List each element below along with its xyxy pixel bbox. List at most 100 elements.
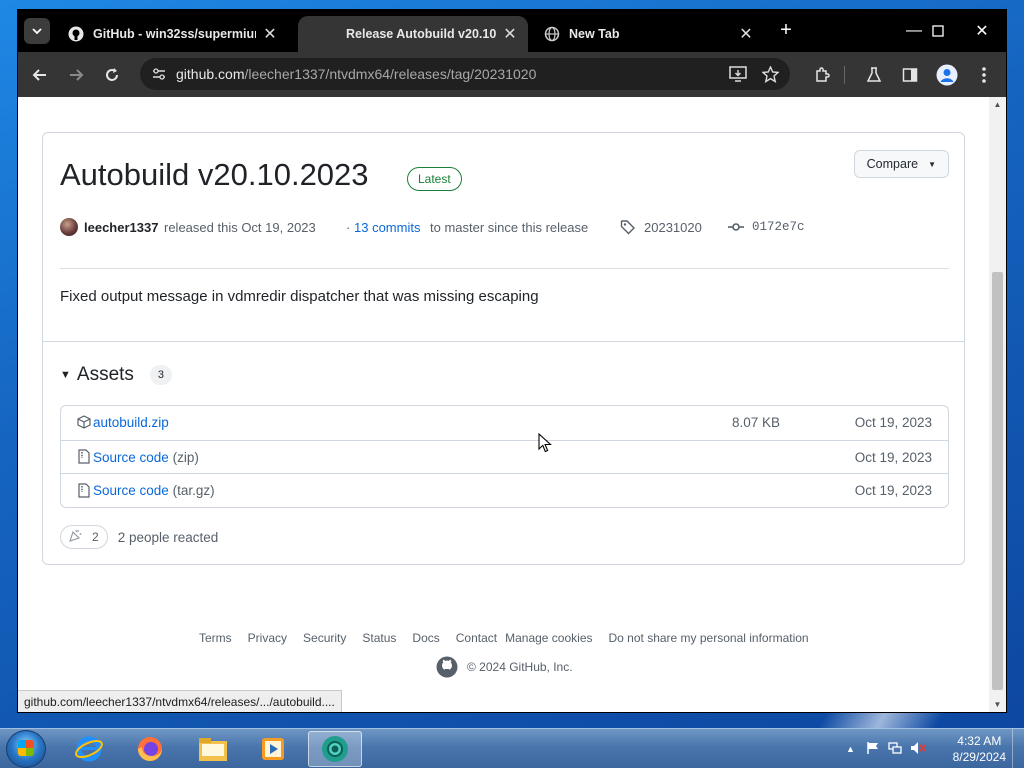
footer-link-terms[interactable]: Terms — [199, 631, 232, 645]
extensions-icon[interactable] — [808, 61, 836, 89]
divider — [43, 341, 964, 342]
clock-date: 8/29/2024 — [952, 750, 1006, 764]
compare-button[interactable]: Compare ▼ — [853, 150, 949, 178]
commit-icon — [728, 217, 744, 237]
latest-badge: Latest — [407, 167, 462, 191]
close-icon[interactable]: ✕ — [502, 24, 518, 44]
site-info-icon[interactable] — [148, 67, 170, 81]
footer-link-contact[interactable]: Contact — [456, 631, 497, 645]
tag-link[interactable]: 20231020 — [644, 217, 702, 237]
side-panel-icon[interactable] — [896, 61, 924, 89]
close-icon[interactable]: ✕ — [262, 24, 278, 44]
asset-link[interactable]: autobuild.zip — [93, 415, 169, 430]
caret-down-icon: ▼ — [928, 159, 936, 169]
clock[interactable]: 4:32 AM 8/29/2024 — [953, 733, 1006, 765]
install-app-icon[interactable] — [726, 62, 750, 86]
chrome-browser-taskbar-icon[interactable] — [308, 731, 362, 767]
new-tab-button[interactable]: + — [774, 18, 798, 42]
show-hidden-icons-icon[interactable]: ▲ — [846, 744, 855, 754]
asset-row: autobuild.zip 8.07 KB Oct 19, 2023 — [61, 406, 948, 440]
footer-link-privacy[interactable]: Privacy — [248, 631, 287, 645]
labs-flask-icon[interactable] — [860, 61, 888, 89]
browser-window: GitHub - win32ss/supermium ✕ Release Aut… — [18, 10, 1006, 712]
network-icon[interactable] — [888, 741, 902, 758]
chevron-down-icon — [32, 28, 42, 35]
firefox-icon[interactable] — [123, 731, 177, 767]
assets-count-badge: 3 — [149, 365, 172, 385]
forward-arrow-icon[interactable] — [62, 61, 90, 89]
tab-search-button[interactable] — [24, 18, 50, 44]
footer-link-manage-cookies[interactable]: Manage cookies — [505, 631, 592, 645]
footer-link-status[interactable]: Status — [362, 631, 396, 645]
volume-muted-icon[interactable] — [910, 741, 926, 758]
assets-heading: Assets — [76, 364, 134, 385]
show-desktop-button[interactable] — [1012, 729, 1024, 768]
package-icon — [77, 415, 91, 429]
github-icon — [68, 26, 84, 42]
reaction-button[interactable]: 2 — [60, 525, 108, 549]
tag-icon — [620, 217, 636, 237]
asset-date: Oct 19, 2023 — [854, 483, 932, 498]
author-avatar[interactable] — [60, 217, 78, 237]
clock-time: 4:32 AM — [957, 734, 1002, 748]
url-path: /leecher1337/ntvdmx64/releases/tag/20231… — [244, 66, 537, 82]
compare-label: Compare — [866, 157, 919, 171]
page-content: Autobuild v20.10.2023 Latest Compare ▼ l… — [18, 97, 1006, 712]
reaction-summary: 2 people reacted — [117, 529, 219, 545]
profile-avatar-icon[interactable] — [933, 61, 961, 89]
tab-release-autobuild[interactable]: Release Autobuild v20.10.2023 · leecher1… — [298, 16, 528, 52]
globe-icon — [544, 26, 560, 42]
asset-name: Source code — [93, 483, 169, 498]
tab-strip: GitHub - win32ss/supermium ✕ Release Aut… — [18, 10, 1006, 52]
tab-title: New Tab — [569, 27, 620, 41]
asset-link[interactable]: Source code (zip) — [93, 450, 199, 465]
footer-copyright: © 2024 GitHub, Inc. — [436, 656, 573, 678]
asset-name: Source code — [93, 449, 169, 465]
footer-link-security[interactable]: Security — [303, 631, 346, 645]
bookmark-star-icon[interactable] — [758, 62, 782, 86]
asset-date: Oct 19, 2023 — [854, 449, 932, 465]
start-button[interactable] — [6, 730, 46, 768]
close-icon[interactable]: ✕ — [738, 24, 754, 44]
file-explorer-icon[interactable] — [186, 731, 240, 767]
taskbar: ▲ 4:32 AM 8/29/2024 — [0, 728, 1024, 768]
tab-github-supermium[interactable]: GitHub - win32ss/supermium ✕ — [58, 16, 288, 52]
assets-toggle[interactable]: ▼ Assets 3 — [60, 364, 172, 386]
scrollbar-thumb[interactable] — [992, 272, 1003, 690]
asset-link[interactable]: Source code (tar.gz) — [93, 483, 215, 498]
asset-ext: (zip) — [172, 449, 199, 465]
browser-toolbar: github.com/leecher1337/ntvdmx64/releases… — [18, 52, 1006, 97]
author-link[interactable]: leecher1337 — [84, 217, 158, 237]
tab-new-tab[interactable]: New Tab ✕ — [534, 16, 764, 52]
github-logo-icon[interactable] — [436, 656, 458, 678]
media-player-icon[interactable] — [246, 731, 300, 767]
scroll-up-icon[interactable]: ▲ — [989, 100, 1006, 109]
maximize-icon[interactable] — [918, 16, 958, 46]
release-title[interactable]: Autobuild v20.10.2023 — [60, 157, 369, 193]
scroll-down-icon[interactable]: ▼ — [989, 700, 1006, 709]
close-window-icon[interactable]: ✕ — [962, 16, 1002, 46]
release-meta: leecher1337 released this Oct 19, 2023 ·… — [60, 217, 940, 237]
address-bar[interactable]: github.com/leecher1337/ntvdmx64/releases… — [140, 58, 790, 90]
file-zip-icon — [77, 449, 91, 464]
released-text: released this Oct 19, 2023 — [164, 219, 316, 235]
reactions: 2 2 people reacted — [60, 525, 218, 549]
divider — [60, 268, 949, 269]
footer-link-docs[interactable]: Docs — [412, 631, 439, 645]
action-center-flag-icon[interactable] — [866, 741, 880, 758]
menu-kebab-icon[interactable] — [970, 61, 998, 89]
footer-link-do-not-share[interactable]: Do not share my personal information — [609, 631, 809, 645]
page-scrollbar[interactable]: ▲ ▼ — [989, 97, 1006, 712]
system-tray: ▲ 4:32 AM 8/29/2024 — [834, 729, 1024, 768]
back-arrow-icon[interactable] — [26, 61, 54, 89]
assets-list: autobuild.zip 8.07 KB Oct 19, 2023 Sourc… — [60, 405, 949, 508]
tab-title: GitHub - win32ss/supermium — [93, 27, 256, 41]
file-zip-icon — [77, 482, 91, 498]
internet-explorer-icon[interactable] — [62, 731, 116, 767]
commits-suffix: to master since this release — [430, 219, 589, 235]
reload-icon[interactable] — [98, 61, 126, 89]
commits-link[interactable]: 13 commits — [354, 217, 420, 237]
commit-sha-link[interactable]: 0172e7c — [752, 217, 805, 237]
asset-row: Source code (tar.gz) Oct 19, 2023 — [61, 473, 948, 507]
toolbar-divider — [844, 66, 845, 84]
